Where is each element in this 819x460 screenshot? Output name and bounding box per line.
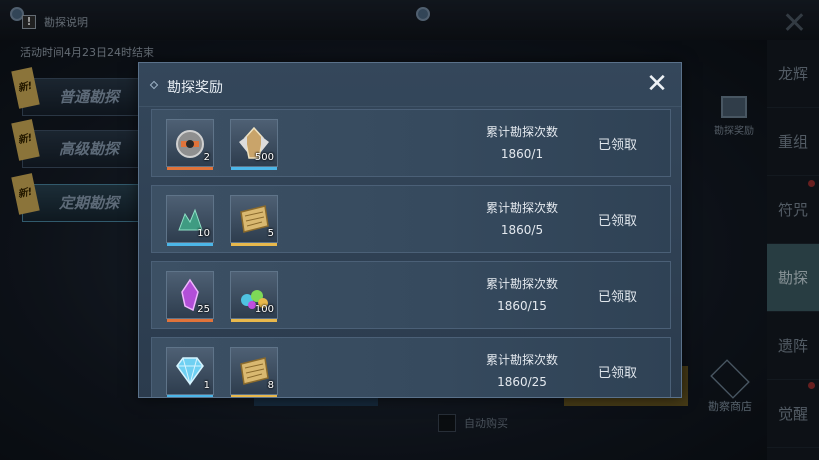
scroll-icon[interactable]: 5 bbox=[230, 195, 278, 246]
close-icon[interactable]: ✕ bbox=[639, 67, 675, 103]
gem-pile-icon[interactable]: 100 bbox=[230, 271, 278, 322]
condition-label: 累计勘探次数 bbox=[485, 353, 558, 367]
item-quantity: 100 bbox=[254, 304, 274, 315]
rarity-bar bbox=[167, 243, 213, 246]
condition-progress: 1860/1 bbox=[500, 147, 544, 161]
green-crystal-icon[interactable]: 10 bbox=[166, 195, 214, 246]
armor-figure-icon[interactable]: 500 bbox=[230, 119, 278, 170]
reward-list: 2 500 累计勘探次数 1860/1 已领取 10 5 累计勘探次数 1860… bbox=[151, 109, 671, 397]
item-quantity: 500 bbox=[254, 152, 274, 163]
condition-progress: 1860/15 bbox=[497, 299, 547, 313]
mech-core-icon[interactable]: 2 bbox=[166, 119, 214, 170]
item-quantity: 8 bbox=[267, 380, 274, 391]
condition-progress: 1860/5 bbox=[500, 223, 544, 237]
condition-label: 累计勘探次数 bbox=[485, 125, 558, 139]
claim-status: 已领取 bbox=[598, 138, 638, 153]
condition-progress: 1860/25 bbox=[497, 375, 547, 389]
rarity-bar bbox=[167, 395, 213, 397]
item-quantity: 2 bbox=[203, 152, 210, 163]
diamond-icon[interactable]: 1 bbox=[166, 347, 214, 397]
reward-row: 1 8 累计勘探次数 1860/25 已领取 bbox=[151, 337, 671, 397]
claim-status: 已领取 bbox=[598, 366, 638, 381]
diamond-bullet-icon bbox=[149, 80, 159, 90]
rarity-bar bbox=[167, 319, 213, 322]
claim-status: 已领取 bbox=[598, 214, 638, 229]
reward-row: 10 5 累计勘探次数 1860/5 已领取 bbox=[151, 185, 671, 253]
condition-label: 累计勘探次数 bbox=[485, 277, 558, 291]
modal-title: 勘探奖励 bbox=[167, 80, 223, 96]
purple-crystal-icon[interactable]: 25 bbox=[166, 271, 214, 322]
reward-row: 25 100 累计勘探次数 1860/15 已领取 bbox=[151, 261, 671, 329]
item-quantity: 10 bbox=[197, 228, 210, 239]
modal-header: 勘探奖励 ✕ bbox=[139, 63, 681, 107]
condition-label: 累计勘探次数 bbox=[485, 201, 558, 215]
rarity-bar bbox=[167, 167, 213, 170]
rarity-bar bbox=[231, 395, 277, 397]
item-quantity: 1 bbox=[203, 380, 210, 391]
rarity-bar bbox=[231, 167, 277, 170]
rarity-bar bbox=[231, 243, 277, 246]
reward-modal: 勘探奖励 ✕ 2 500 累计勘探次数 1860/1 已领取 10 5 累计勘探… bbox=[138, 62, 682, 398]
scroll-icon[interactable]: 8 bbox=[230, 347, 278, 397]
rarity-bar bbox=[231, 319, 277, 322]
claim-status: 已领取 bbox=[598, 290, 638, 305]
reward-row: 2 500 累计勘探次数 1860/1 已领取 bbox=[151, 109, 671, 177]
item-quantity: 5 bbox=[267, 228, 274, 239]
item-quantity: 25 bbox=[197, 304, 210, 315]
